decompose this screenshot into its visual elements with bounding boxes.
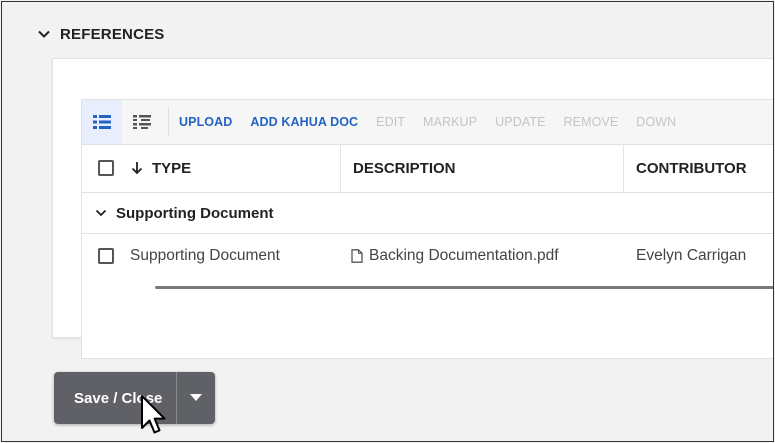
- sort-down-arrow-icon: [131, 162, 143, 175]
- add-kahua-doc-button[interactable]: ADD KAHUA DOC: [250, 115, 358, 129]
- column-header-row: TYPE DESCRIPTION CONTRIBUTOR: [82, 144, 773, 193]
- select-all-checkbox[interactable]: [98, 160, 114, 176]
- column-label-contributor: CONTRIBUTOR: [636, 159, 747, 177]
- app-frame: REFERENCES UPLOAD ADD KAHUA DOC EDIT MAR…: [1, 1, 774, 442]
- column-label-type: TYPE: [152, 159, 192, 177]
- update-button[interactable]: UPDATE: [495, 115, 545, 129]
- markup-button[interactable]: MARKUP: [423, 115, 477, 129]
- save-options-dropdown[interactable]: [177, 372, 216, 424]
- row-contributor-cell: Evelyn Carrigan: [624, 234, 773, 278]
- list-view-icon: [93, 115, 111, 129]
- caret-down-icon: [190, 394, 203, 401]
- detail-view-icon: [133, 115, 151, 129]
- row-contributor: Evelyn Carrigan: [636, 247, 747, 264]
- mouse-pointer-icon: [141, 395, 166, 434]
- column-header-type[interactable]: TYPE: [130, 144, 341, 192]
- save-close-split-button: Save / Close: [54, 372, 216, 424]
- column-label-description: DESCRIPTION: [353, 159, 456, 177]
- table-row[interactable]: Supporting Document Backing Documentatio…: [82, 234, 773, 278]
- column-header-contributor[interactable]: CONTRIBUTOR: [624, 144, 773, 192]
- references-card: UPLOAD ADD KAHUA DOC EDIT MARKUP UPDATE …: [52, 58, 773, 359]
- upload-button[interactable]: UPLOAD: [179, 115, 232, 129]
- file-icon: [351, 249, 363, 263]
- chevron-down-icon: [95, 209, 107, 217]
- row-checkbox[interactable]: [98, 248, 114, 264]
- edit-button[interactable]: EDIT: [376, 115, 405, 129]
- download-button[interactable]: DOWN: [636, 115, 676, 129]
- row-type-cell: Supporting Document: [130, 234, 341, 278]
- row-select-cell: [82, 234, 130, 278]
- references-section-toggle[interactable]: REFERENCES: [36, 22, 165, 46]
- horizontal-scrollbar[interactable]: [155, 286, 773, 289]
- row-description-cell: Backing Documentation.pdf: [341, 234, 624, 278]
- toolbar-divider: [168, 107, 169, 137]
- section-title: REFERENCES: [60, 25, 165, 43]
- select-all-cell: [82, 144, 130, 192]
- chevron-down-icon: [38, 30, 50, 38]
- grid-toolbar: UPLOAD ADD KAHUA DOC EDIT MARKUP UPDATE …: [82, 100, 773, 145]
- group-row-supporting-document[interactable]: Supporting Document: [82, 193, 773, 234]
- list-view-button[interactable]: [82, 100, 122, 144]
- group-label: Supporting Document: [116, 204, 274, 222]
- detail-view-button[interactable]: [122, 100, 162, 144]
- row-description: Backing Documentation.pdf: [369, 247, 559, 264]
- column-header-description[interactable]: DESCRIPTION: [341, 144, 624, 192]
- remove-button[interactable]: REMOVE: [564, 115, 619, 129]
- references-grid: UPLOAD ADD KAHUA DOC EDIT MARKUP UPDATE …: [81, 99, 773, 359]
- row-type: Supporting Document: [130, 247, 280, 264]
- file-link[interactable]: Backing Documentation.pdf: [351, 247, 559, 265]
